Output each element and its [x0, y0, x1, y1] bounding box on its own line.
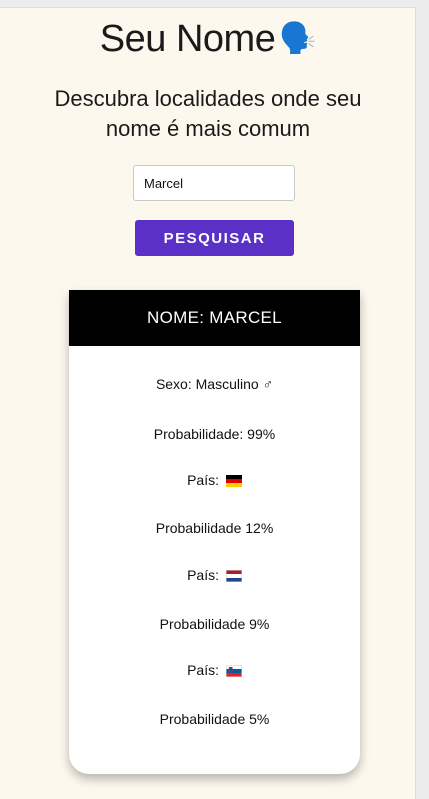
- country-probability-text: Probabilidade 12%: [155, 520, 274, 536]
- speaking-head-icon: 🗣️: [279, 22, 317, 55]
- country-row: País:: [69, 472, 360, 488]
- gender-text: Sexo: Masculino ♂: [155, 376, 274, 392]
- result-card-title: NOME: MARCEL: [69, 290, 360, 346]
- gender-probability-text: Probabilidade: 99%: [153, 426, 276, 442]
- country-probability-text: Probabilidade 9%: [159, 616, 270, 632]
- app-page: Seu Nome 🗣️ Descubra localidades onde seu…: [0, 7, 416, 799]
- search-button[interactable]: PESQUISAR: [135, 220, 294, 256]
- result-card: NOME: MARCEL Sexo: Masculino ♂ Probabili…: [69, 290, 360, 774]
- title-text: Seu Nome: [99, 18, 276, 60]
- slovenia-flag-icon: [225, 665, 242, 677]
- name-search-input[interactable]: [133, 165, 295, 201]
- page-subtitle: Descubra localidades onde seu nome é mai…: [54, 86, 362, 141]
- country-label: País:: [187, 567, 219, 583]
- country-probability-text: Probabilidade 5%: [159, 711, 270, 727]
- country-label: País:: [187, 662, 219, 678]
- page-title: Seu Nome 🗣️: [0, 18, 416, 61]
- country-row: País:: [69, 662, 360, 678]
- country-label: País:: [187, 472, 219, 488]
- netherlands-flag-icon: [225, 570, 242, 582]
- country-row: País:: [69, 567, 360, 583]
- germany-flag-icon: [225, 475, 242, 487]
